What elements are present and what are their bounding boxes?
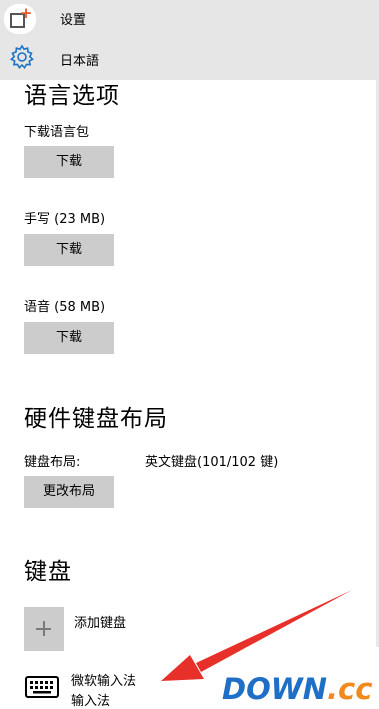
keyboard-item-name: 微软输入法 — [71, 674, 137, 689]
language-options-heading: 语言选项 — [24, 83, 120, 109]
app-icon[interactable]: + — [4, 4, 36, 34]
title-bar: + 设置 日本語 — [0, 0, 379, 80]
keyboards-heading: 键盘 — [24, 559, 72, 585]
download-speech-button[interactable]: 下载 — [24, 322, 114, 354]
keyboard-layout-label: 键盘布局: — [24, 455, 81, 470]
add-keyboard-label: 添加键盘 — [74, 616, 127, 631]
gear-icon — [10, 44, 34, 70]
download-language-pack-label: 下载语言包 — [24, 125, 90, 140]
download-handwriting-button[interactable]: 下载 — [24, 234, 114, 266]
app-icon-plus: + — [19, 4, 33, 22]
speech-label: 语音 (58 MB) — [24, 300, 106, 315]
download-language-pack-button[interactable]: 下载 — [24, 146, 114, 178]
plus-icon-vertical — [43, 621, 45, 636]
watermark-logo: DOWN.cc — [222, 672, 372, 706]
window-title: 设置 — [60, 13, 87, 28]
keyboard-item-subtitle: 输入法 — [71, 694, 111, 709]
current-language[interactable]: 日本語 — [60, 50, 99, 69]
keyboard-icon — [25, 676, 59, 698]
change-layout-button[interactable]: 更改布局 — [24, 476, 114, 508]
handwriting-label: 手写 (23 MB) — [24, 212, 106, 227]
watermark-text: DOWN.cc — [222, 672, 372, 706]
keyboard-layout-value: 英文键盘(101/102 键) — [145, 455, 279, 470]
hardware-keyboard-heading: 硬件键盘布局 — [24, 406, 168, 432]
